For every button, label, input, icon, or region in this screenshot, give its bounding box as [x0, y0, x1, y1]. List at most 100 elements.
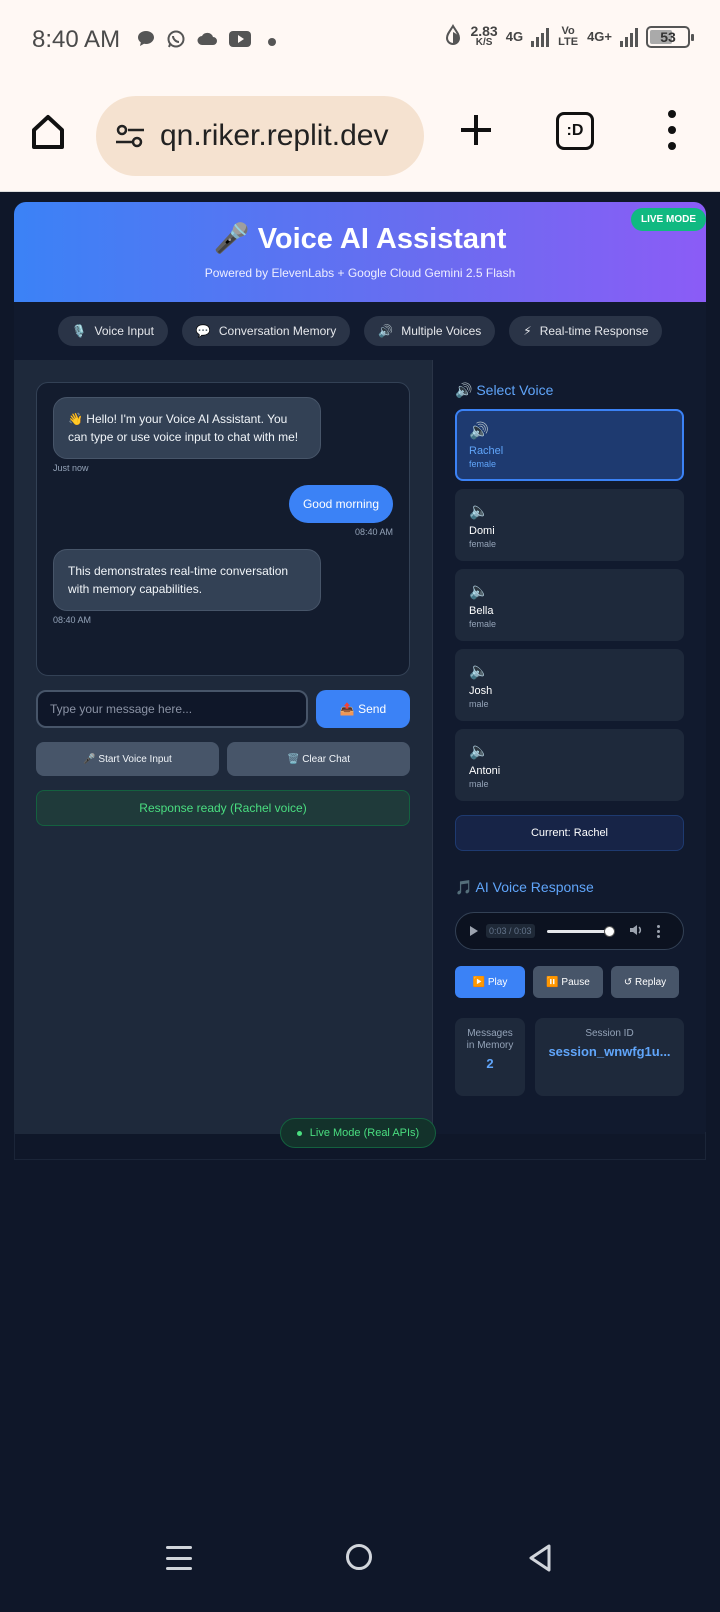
speaker-icon: 🔈 — [469, 663, 489, 680]
voice-gender: male — [469, 779, 489, 789]
message-bot: 👋 Hello! I'm your Voice AI Assistant. Yo… — [53, 397, 393, 473]
audio-play-icon[interactable] — [470, 926, 478, 936]
message-user: Good morning 08:40 AM — [53, 485, 393, 537]
session-id-label: Session ID — [585, 1028, 634, 1039]
url-text[interactable]: qn.riker.replit.dev — [160, 119, 410, 153]
lightning-icon: ⚡ — [523, 324, 532, 338]
live-mode-badge: LIVE MODE — [630, 208, 706, 231]
voice-name: Domi — [469, 525, 495, 537]
voice-option-bella[interactable]: 🔈 Bella female — [455, 569, 684, 641]
app-title: 🎤 Voice AI Assistant — [213, 223, 507, 255]
voice-gender: female — [469, 459, 497, 469]
app-header: 🎤 Voice AI Assistant Powered by ElevenLa… — [14, 202, 706, 302]
address-bar[interactable]: qn.riker.replit.dev — [96, 96, 424, 176]
data-saver-icon — [444, 24, 462, 49]
voice-gender: female — [469, 539, 497, 549]
ai-voice-response-title: 🎵 AI Voice Response — [455, 879, 594, 895]
voice-name: Rachel — [469, 445, 504, 457]
browser-toolbar: qn.riker.replit.dev :D — [0, 80, 720, 192]
voice-name: Josh — [469, 685, 493, 697]
audio-more-icon[interactable] — [656, 924, 660, 938]
message-text: This demonstrates real-time conversation… — [53, 549, 321, 611]
response-status: Response ready (Rachel voice) — [36, 790, 410, 826]
cloud-icon — [196, 31, 218, 52]
back-icon[interactable] — [528, 1544, 552, 1572]
home-icon[interactable] — [28, 112, 68, 152]
play-button[interactable]: ▶️ Play — [455, 966, 525, 998]
voice-list: 🔊 Rachel female 🔈 Domi female 🔈 Bella fe… — [455, 409, 684, 801]
feature-multiple-voices: 🔊 Multiple Voices — [364, 316, 496, 346]
new-tab-icon[interactable] — [456, 110, 496, 150]
voice-panel: 🔊 Select Voice 🔊 Rachel female 🔈 Domi fe… — [432, 360, 706, 1134]
system-navigation-bar — [0, 1500, 720, 1612]
signal-strength-icon-2 — [620, 27, 638, 47]
network-type-label: 4G — [505, 29, 524, 44]
voice-gender: male — [469, 699, 489, 709]
app-subtitle: Powered by ElevenLabs + Google Cloud Gem… — [204, 266, 516, 280]
speech-bubble-icon: 💬 — [195, 324, 211, 338]
voice-gender: female — [469, 619, 497, 629]
message-text: 👋 Hello! I'm your Voice AI Assistant. Yo… — [53, 397, 321, 459]
site-settings-icon[interactable] — [114, 120, 146, 152]
volume-icon[interactable] — [629, 924, 643, 939]
message-time: 08:40 AM — [354, 527, 393, 537]
system-status: 2.83 K/S 4G Vo LTE 4G+ 53 — [444, 22, 694, 49]
audio-time: 0:03 / 0:03 — [486, 924, 535, 938]
voice-name: Bella — [469, 605, 494, 617]
battery-icon: 53 — [646, 25, 694, 48]
replay-button[interactable]: ↺ Replay — [611, 966, 679, 998]
voice-option-antoni[interactable]: 🔈 Antoni male — [455, 729, 684, 801]
voice-option-domi[interactable]: 🔈 Domi female — [455, 489, 684, 561]
signal-strength-icon — [531, 27, 550, 47]
session-id-value: session_wnwfg1u... — [548, 1044, 671, 1059]
network-type-label-2: 4G+ — [587, 29, 612, 44]
speaker-loud-icon: 🔊 — [469, 423, 489, 440]
audio-player[interactable]: 0:03 / 0:03 — [455, 912, 684, 950]
send-button[interactable]: 📤 Send — [316, 690, 410, 728]
speaker-icon: 🔈 — [469, 503, 489, 520]
message-text: Good morning — [288, 485, 393, 523]
speaker-icon: 🔈 — [469, 583, 489, 600]
voice-assistant-app: 🎤 Voice AI Assistant Powered by ElevenLa… — [14, 202, 706, 1134]
feature-list: 🎙️ Voice Input 💬 Conversation Memory 🔊 M… — [14, 302, 706, 360]
speaker-icon: 🔈 — [469, 743, 489, 760]
status-bar: 8:40 AM 2.83 K/S 4G Vo LTE 4G+ 53 — [0, 0, 720, 80]
select-voice-title: 🔊 Select Voice — [455, 382, 554, 398]
notification-icons — [136, 29, 276, 54]
message-bot: This demonstrates real-time conversation… — [53, 549, 393, 625]
recent-apps-icon[interactable] — [166, 1546, 192, 1570]
feature-voice-input: 🎙️ Voice Input — [57, 316, 168, 346]
live-mode-indicator: Live Mode (Real APIs) — [280, 1118, 436, 1148]
youtube-icon — [228, 30, 252, 53]
status-dot-icon — [296, 1130, 302, 1136]
audio-progress-slider[interactable] — [546, 925, 615, 937]
messages-in-memory-label: Messages in Memory — [466, 1028, 514, 1051]
feature-realtime-response: ⚡ Real-time Response — [509, 316, 663, 346]
chat-bubble-icon — [136, 29, 156, 54]
clear-chat-button[interactable]: 🗑️ Clear Chat — [227, 742, 410, 776]
whatsapp-icon — [166, 29, 186, 54]
volte-label: Vo LTE — [558, 24, 579, 48]
chat-messages[interactable]: 👋 Hello! I'm your Voice AI Assistant. Yo… — [36, 382, 410, 676]
more-notifications-dot-icon — [268, 37, 276, 46]
messages-in-memory-card: Messages in Memory 2 — [455, 1018, 525, 1096]
tab-switcher-button[interactable]: :D — [556, 112, 594, 150]
session-id-card: Session ID session_wnwfg1u... — [535, 1018, 684, 1096]
feature-conversation-memory: 💬 Conversation Memory — [181, 316, 351, 346]
voice-option-josh[interactable]: 🔈 Josh male — [455, 649, 684, 721]
current-voice: Current: Rachel — [455, 815, 684, 851]
network-speed: 2.83 K/S — [470, 22, 498, 48]
message-input[interactable] — [36, 690, 308, 728]
home-circle-icon[interactable] — [346, 1544, 372, 1570]
microphone-icon: 🎙️ — [71, 324, 87, 338]
start-voice-input-button[interactable]: 🎤 Start Voice Input — [36, 742, 219, 776]
voice-name: Antoni — [469, 765, 501, 777]
audio-progress-knob[interactable] — [603, 925, 615, 937]
session-stats: Messages in Memory 2 Session ID session_… — [455, 1018, 684, 1096]
pause-button[interactable]: ⏸️ Pause — [533, 966, 603, 998]
browser-menu-icon[interactable] — [664, 110, 680, 150]
speaker-icon: 🔊 — [378, 324, 394, 338]
chat-panel: 👋 Hello! I'm your Voice AI Assistant. Yo… — [14, 360, 432, 1134]
message-time: Just now — [53, 463, 89, 473]
voice-option-rachel[interactable]: 🔊 Rachel female — [455, 409, 684, 481]
